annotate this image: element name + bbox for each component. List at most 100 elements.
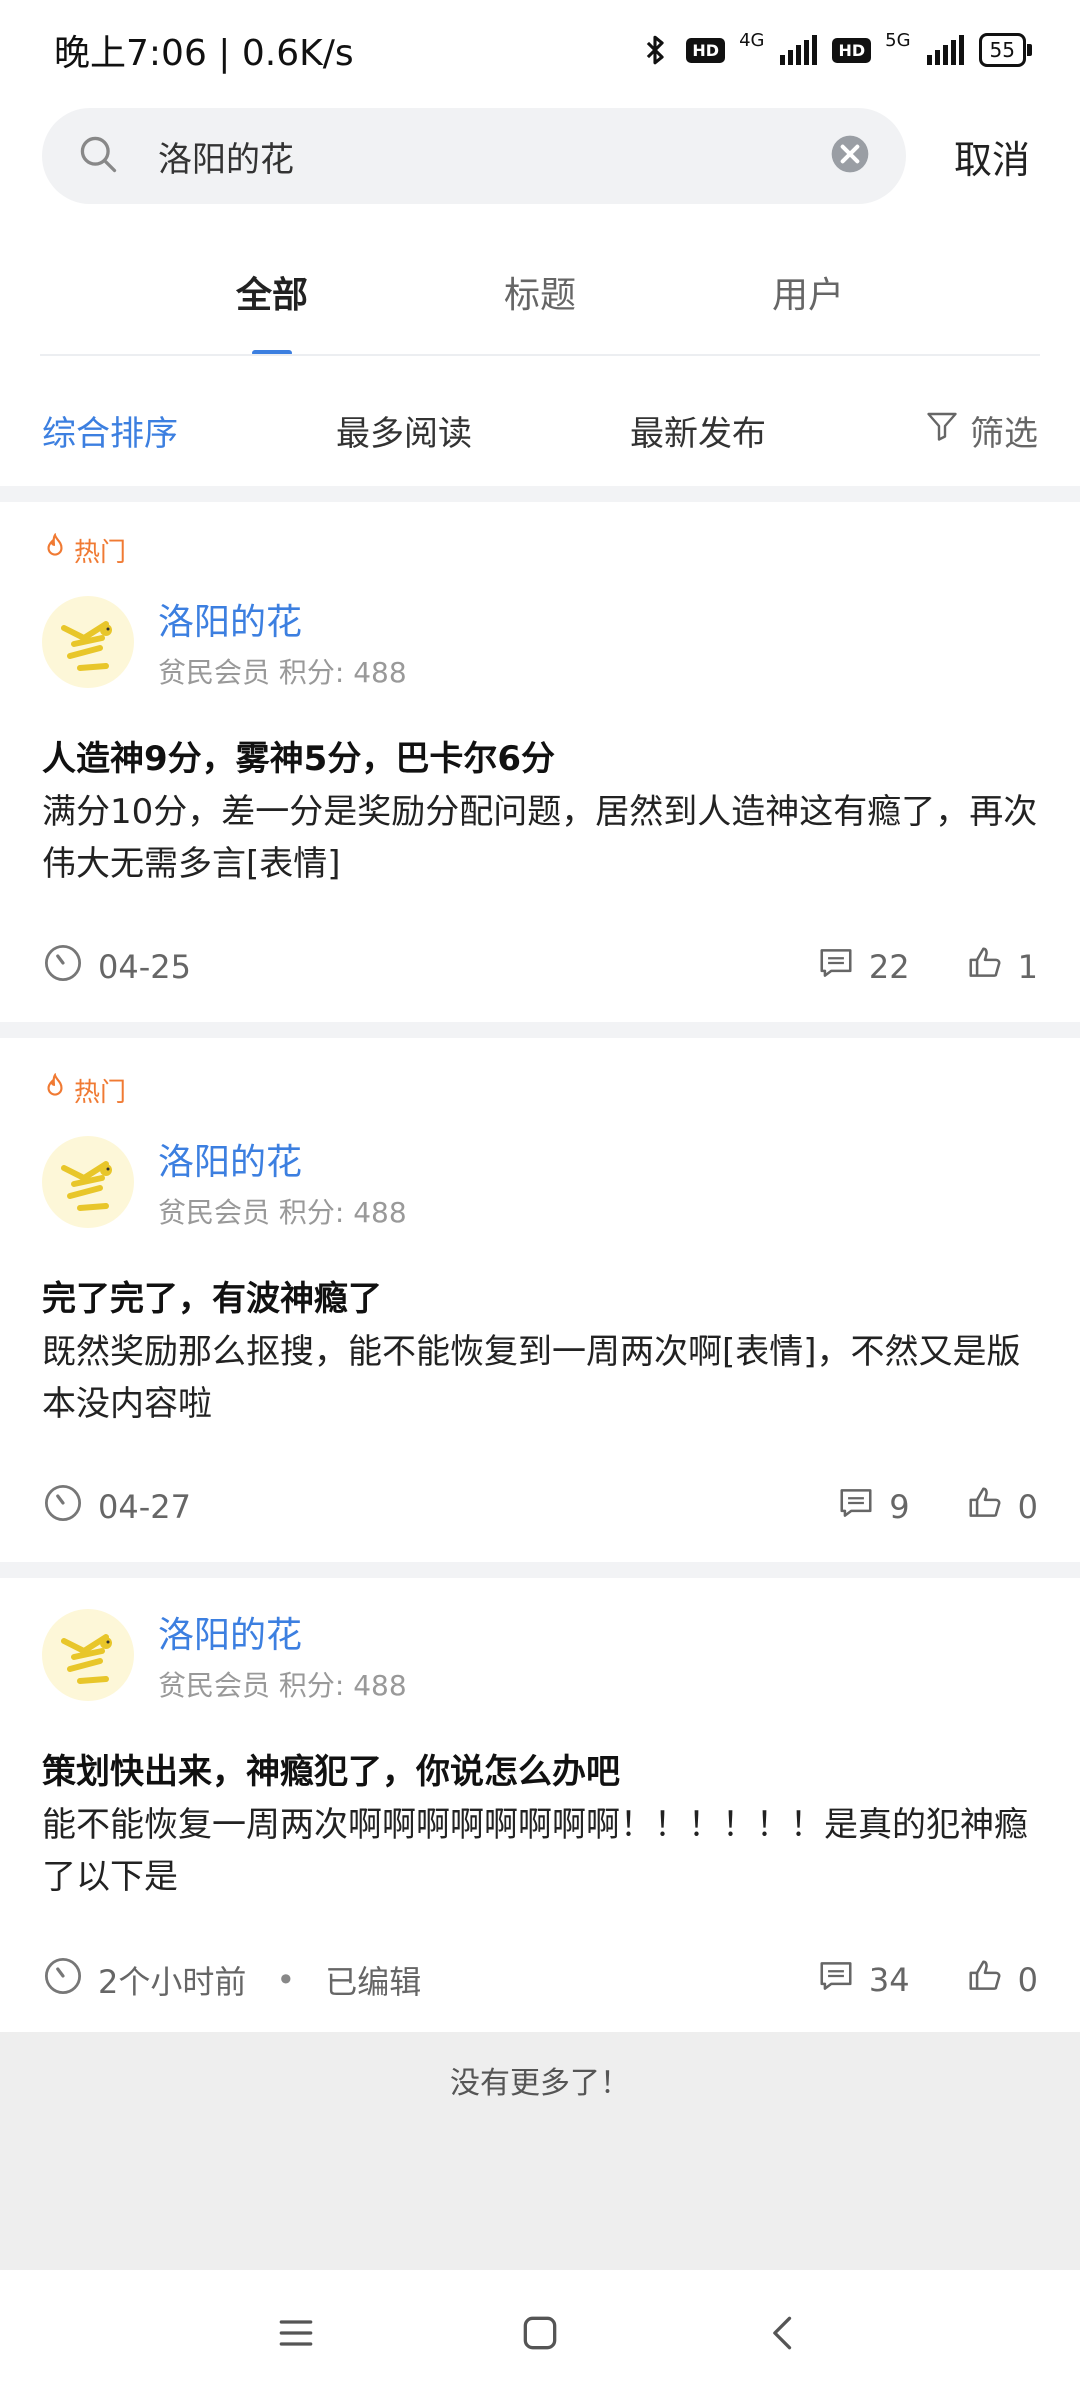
post-footer: 2个小时前 • 已编辑 34 0 xyxy=(42,1955,1038,2005)
post-body[interactable]: 满分10分，差一分是奖励分配问题，居然到人造神这有瘾了，再次伟大无需多言[表情] xyxy=(42,786,1038,890)
author-name[interactable]: 洛阳的花 xyxy=(158,1133,407,1185)
clock-icon xyxy=(42,942,84,992)
edited-label: 已编辑 xyxy=(325,1963,422,2001)
search-icon xyxy=(76,132,120,180)
cancel-button[interactable]: 取消 xyxy=(954,129,1030,184)
hd-badge: HD xyxy=(686,37,726,63)
system-nav-bar xyxy=(0,2270,1080,2400)
avatar[interactable] xyxy=(42,596,134,688)
author-info: 洛阳的花 贫民会员 积分: 488 xyxy=(158,1606,407,1704)
comment-icon xyxy=(837,1484,875,1530)
sort-bar: 综合排序 最多阅读 最新发布 筛选 xyxy=(0,380,1080,480)
sort-most-read[interactable]: 最多阅读 xyxy=(336,406,630,455)
like-count: 0 xyxy=(1017,1961,1038,1999)
status-icons: HD 4G HD 5G 55 xyxy=(638,29,1033,67)
post-stats: 34 0 xyxy=(817,1957,1038,2003)
network-4g-label: 4G xyxy=(739,29,765,51)
post-title[interactable]: 人造神9分，雾神5分，巴卡尔6分 xyxy=(42,731,1038,780)
thumbs-up-icon xyxy=(966,944,1004,990)
filter-button[interactable]: 筛选 xyxy=(924,406,1038,455)
status-bar: 晚上7:06 | 0.6K/s HD 4G HD 5G 55 xyxy=(0,0,1080,100)
signal-icon-2 xyxy=(925,35,965,65)
clock-icon xyxy=(42,1482,84,1532)
comment-icon xyxy=(817,1957,855,2003)
post-footer: 04-25 22 1 xyxy=(42,942,1038,992)
section-gap xyxy=(0,486,1080,502)
sort-comprehensive[interactable]: 综合排序 xyxy=(42,406,336,455)
author-meta: 贫民会员 积分: 488 xyxy=(158,1669,407,1702)
bluetooth-icon xyxy=(638,33,672,67)
home-square-icon xyxy=(518,2311,562,2359)
author-row: 洛阳的花 贫民会员 积分: 488 xyxy=(42,1606,1038,1704)
avatar[interactable] xyxy=(42,1609,134,1701)
hot-label: 热门 xyxy=(74,538,127,568)
search-box[interactable] xyxy=(42,108,906,204)
post-title[interactable]: 策划快出来，神瘾犯了，你说怎么办吧 xyxy=(42,1744,1038,1793)
section-gap xyxy=(0,1562,1080,1578)
post-body[interactable]: 既然奖励那么抠搜，能不能恢复到一周两次啊[表情]，不然又是版本没内容啦 xyxy=(42,1326,1038,1430)
hd-badge-2: HD xyxy=(832,37,872,63)
back-button[interactable] xyxy=(662,2311,906,2359)
search-input[interactable] xyxy=(156,135,828,177)
tab-title[interactable]: 标题 xyxy=(406,250,674,360)
author-info: 洛阳的花 贫民会员 积分: 488 xyxy=(158,1133,407,1231)
signal-icon xyxy=(778,35,818,65)
post-card[interactable]: 洛阳的花 贫民会员 积分: 488 策划快出来，神瘾犯了，你说怎么办吧 能不能恢… xyxy=(0,1606,1080,2005)
flame-icon xyxy=(42,1072,68,1108)
post-time: 04-25 xyxy=(42,942,191,992)
post-date: 2个小时前 xyxy=(98,1963,247,2001)
author-name[interactable]: 洛阳的花 xyxy=(158,1606,407,1658)
search-row: 取消 xyxy=(42,108,1042,204)
post-body[interactable]: 能不能恢复一周两次啊啊啊啊啊啊啊啊！！！！！！是真的犯神瘾了以下是 xyxy=(42,1799,1038,1903)
post-stats: 9 0 xyxy=(837,1484,1038,1530)
post-card[interactable]: 热门 洛阳的花 贫民会员 积分: 488 完了完了，有波神瘾了 既然奖励那么抠搜… xyxy=(0,1072,1080,1532)
author-name[interactable]: 洛阳的花 xyxy=(158,593,407,645)
comment-button[interactable]: 22 xyxy=(817,944,910,990)
battery-icon: 55 xyxy=(978,33,1033,67)
network-5g-label: 5G xyxy=(885,29,911,51)
like-count: 0 xyxy=(1017,1488,1038,1526)
hot-label: 热门 xyxy=(74,1078,127,1108)
like-button[interactable]: 1 xyxy=(966,944,1038,990)
tab-user[interactable]: 用户 xyxy=(674,250,942,360)
post-footer: 04-27 9 0 xyxy=(42,1482,1038,1532)
like-count: 1 xyxy=(1017,948,1038,986)
post-date: 04-27 xyxy=(98,1488,191,1526)
like-button[interactable]: 0 xyxy=(966,1957,1038,2003)
author-row: 洛阳的花 贫民会员 积分: 488 xyxy=(42,593,1038,691)
post-card[interactable]: 热门 洛阳的花 贫民会员 积分: 488 人造神9分，雾神5分，巴卡尔6分 满分… xyxy=(0,532,1080,992)
hot-badge: 热门 xyxy=(42,532,1038,569)
tab-all[interactable]: 全部 xyxy=(138,250,406,360)
comment-button[interactable]: 34 xyxy=(817,1957,910,2003)
post-time: 04-27 xyxy=(42,1482,191,1532)
avatar[interactable] xyxy=(42,1136,134,1228)
sort-newest[interactable]: 最新发布 xyxy=(630,406,924,455)
comment-button[interactable]: 9 xyxy=(837,1484,910,1530)
filter-label: 筛选 xyxy=(970,413,1038,454)
clear-icon[interactable] xyxy=(828,132,872,180)
author-info: 洛阳的花 贫民会员 积分: 488 xyxy=(158,593,407,691)
comment-count: 34 xyxy=(868,1961,910,1999)
no-more-label: 没有更多了！ xyxy=(0,2032,1080,2270)
comment-icon xyxy=(817,944,855,990)
tabs-divider xyxy=(40,354,1040,356)
author-meta: 贫民会员 积分: 488 xyxy=(158,656,407,689)
flame-icon xyxy=(42,532,68,568)
separator-dot: • xyxy=(276,1961,296,1999)
menu-icon xyxy=(274,2311,318,2359)
comment-count: 22 xyxy=(868,948,910,986)
status-time-speed: 晚上7:06 | 0.6K/s xyxy=(54,33,354,74)
thumbs-up-icon xyxy=(966,1957,1004,2003)
author-row: 洛阳的花 贫民会员 积分: 488 xyxy=(42,1133,1038,1231)
post-title[interactable]: 完了完了，有波神瘾了 xyxy=(42,1271,1038,1320)
post-stats: 22 1 xyxy=(817,944,1038,990)
hot-badge: 热门 xyxy=(42,1072,1038,1109)
home-button[interactable] xyxy=(418,2311,662,2359)
post-date: 04-25 xyxy=(98,948,191,986)
like-button[interactable]: 0 xyxy=(966,1484,1038,1530)
filter-icon xyxy=(924,408,960,453)
section-gap xyxy=(0,1022,1080,1038)
thumbs-up-icon xyxy=(966,1484,1004,1530)
menu-button[interactable] xyxy=(174,2311,418,2359)
post-time: 2个小时前 • 已编辑 xyxy=(42,1955,421,2005)
